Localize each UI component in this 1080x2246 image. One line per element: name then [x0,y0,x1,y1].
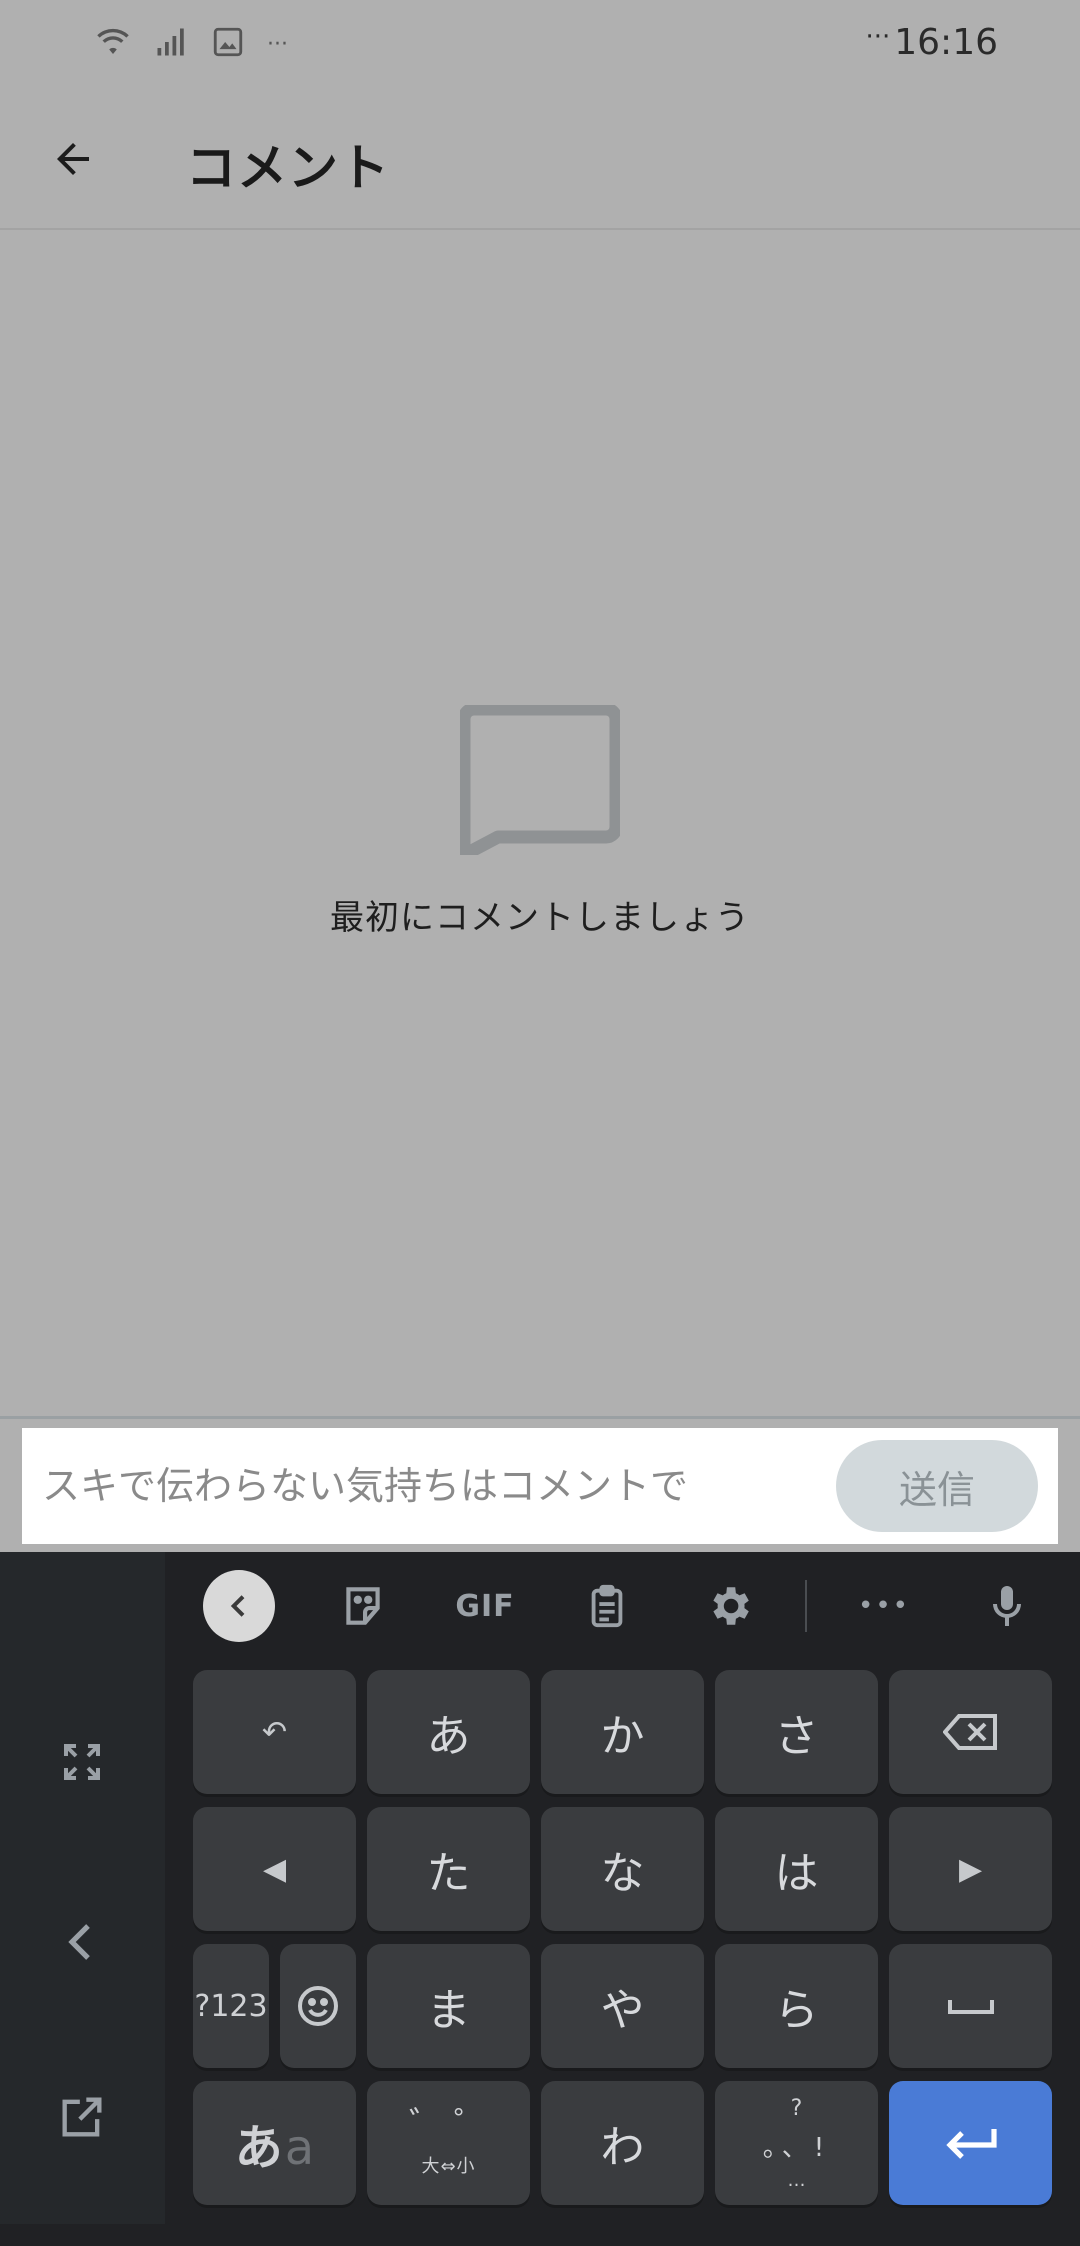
key-na[interactable]: な [541,1807,704,1931]
keyboard-side-panel [0,1552,165,2224]
clipboard-icon[interactable] [571,1570,643,1642]
microphone-icon[interactable] [971,1570,1043,1642]
cursor-left-key[interactable]: ◀ [193,1807,356,1931]
status-time: ··· 16:16 [865,22,998,63]
punctuation-marks: 。、! [762,2132,831,2163]
numbers-label: ?123 [194,1988,268,2024]
ellipsis: … [787,2169,806,2191]
key-ka[interactable]: か [541,1670,704,1794]
key-ra[interactable]: ら [715,1944,878,2068]
dakuten-key[interactable]: ゛ ゜ 大⇔小 [367,2081,530,2205]
keyboard-toolbar: GIF ••• [165,1552,1080,1652]
more-dots-icon: ··· [267,31,288,57]
key-sa[interactable]: さ [715,1670,878,1794]
arrow-left-icon [57,143,89,175]
cursor-right-key[interactable]: ▶ [889,1807,1052,1931]
caret-right-icon: ▶ [958,1851,983,1887]
input-mode-key[interactable]: あa [193,2081,356,2205]
status-bar: ··· ··· 16:16 [0,0,1080,90]
floating-keyboard-icon[interactable] [42,2077,122,2157]
key-ta[interactable]: た [367,1807,530,1931]
space-key[interactable] [889,1944,1052,2068]
gif-label: GIF [455,1588,515,1624]
toolbar-collapse-button[interactable] [203,1570,275,1642]
send-button[interactable]: 送信 [836,1440,1038,1532]
input-mode-label: あa [235,2108,314,2178]
status-dots: ··· [865,22,891,52]
mode-alphabet: a [284,2120,315,2176]
gear-icon[interactable] [693,1570,765,1642]
undo-key[interactable]: ↶ [193,1670,356,1794]
soft-keyboard: GIF ••• ↶ あ か さ ◀ た な は ▶ ?123 ま や ら あa [0,1552,1080,2246]
expand-icon[interactable] [42,1722,122,1802]
dakuten-symbols: ゛ ゜ [409,2105,488,2145]
key-ya[interactable]: や [541,1944,704,2068]
smiley-icon [298,1986,338,2026]
comment-composer: 送信 [22,1428,1058,1544]
gif-button[interactable]: GIF [449,1570,521,1642]
clock: 16:16 [894,22,998,63]
emoji-key[interactable] [280,1944,356,2068]
back-button[interactable] [40,126,106,192]
key-wa[interactable]: わ [541,2081,704,2205]
wifi-icon [95,24,131,64]
chevron-left-icon [68,1924,90,1960]
caret-left-icon: ◀ [262,1851,287,1887]
comment-bubble-icon [457,702,623,862]
question-mark: ? [790,2095,803,2121]
space-icon [947,2000,994,2014]
keyboard-back-button[interactable] [42,1902,122,1982]
key-ma[interactable]: ま [367,1944,530,2068]
case-toggle-label: 大⇔小 [421,2156,476,2177]
image-icon [211,25,245,63]
enter-key[interactable] [889,2081,1052,2205]
undo-icon: ↶ [261,1714,288,1750]
toolbar-divider [805,1580,807,1632]
punctuation-key[interactable]: ? 。、! … [715,2081,878,2205]
numbers-key[interactable]: ?123 [193,1944,269,2068]
enter-icon [945,2129,997,2159]
mode-hiragana: あ [234,2120,283,2176]
app-bar: コメント [0,90,1080,230]
page-title: コメント [186,139,390,197]
signal-icon [153,24,189,64]
key-a[interactable]: あ [367,1670,530,1794]
status-icons: ··· [95,24,288,64]
backspace-key[interactable] [889,1670,1052,1794]
key-ha[interactable]: は [715,1807,878,1931]
divider [0,1416,1080,1419]
sticker-icon[interactable] [327,1570,399,1642]
chevron-left-icon [230,1595,245,1617]
more-button[interactable]: ••• [848,1570,920,1642]
backspace-icon [942,1714,997,1750]
comment-input[interactable] [42,1458,822,1514]
empty-state-message: 最初にコメントしましょう [330,898,750,938]
